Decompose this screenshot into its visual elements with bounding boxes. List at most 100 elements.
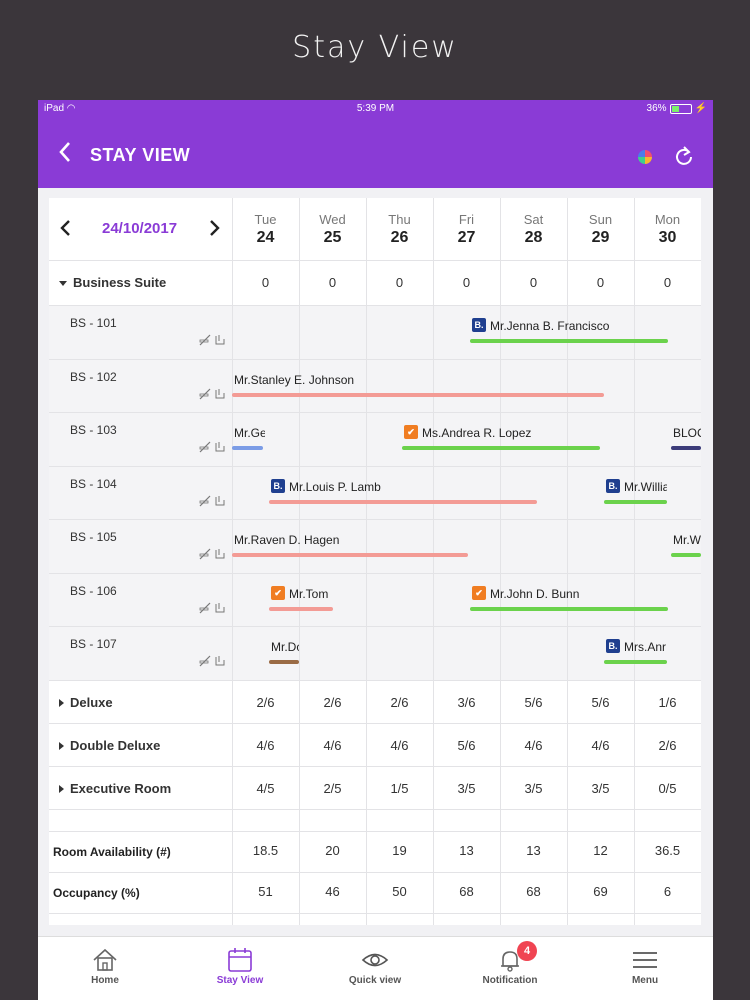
booking-guest-name[interactable]: BLOC <box>673 426 701 440</box>
no-smoking-icon <box>199 334 211 346</box>
column-divider <box>232 198 233 925</box>
summary-value: 68 <box>526 883 541 899</box>
room-number[interactable]: BS - 105 <box>70 530 117 544</box>
housekeeping-icons[interactable] <box>199 601 227 613</box>
summary-value: 51 <box>258 883 273 899</box>
day-name: Sun <box>588 212 613 227</box>
room-number[interactable]: BS - 106 <box>70 584 117 598</box>
housekeeping-icons[interactable] <box>199 547 227 560</box>
collapse-triangle-icon[interactable] <box>59 281 67 287</box>
day-number[interactable]: 30 <box>634 229 701 247</box>
day-number[interactable]: 28 <box>500 229 567 247</box>
day-number[interactable]: 25 <box>299 229 366 247</box>
expand-triangle-icon[interactable] <box>59 699 64 708</box>
room-number[interactable]: BS - 107 <box>70 637 117 651</box>
booking-guest-name[interactable]: Mrs.Anr <box>624 640 667 654</box>
booking-guest-name[interactable]: Mr.Jenna B. Francisco <box>490 319 668 333</box>
battery-icon <box>669 103 692 114</box>
booking-stay-bar[interactable] <box>269 606 333 611</box>
no-smoking-icon <box>199 655 211 667</box>
room-group-business-suite[interactable]: Business Suite <box>59 275 166 290</box>
back-arrow-icon[interactable] <box>56 140 76 164</box>
row-divider <box>49 808 701 810</box>
availability-count: 0 <box>663 275 672 290</box>
day-name: Sat <box>523 212 544 227</box>
booking-guest-name[interactable]: Mr.Tom <box>289 587 333 601</box>
row-divider <box>49 679 701 681</box>
room-row-background <box>49 626 701 680</box>
tab-notification[interactable]: Notification 4 <box>455 937 565 1000</box>
housekeeping-icons[interactable] <box>199 494 227 506</box>
summary-value: 12 <box>593 842 608 858</box>
expand-triangle-icon[interactable] <box>59 785 64 794</box>
cleaning-icon <box>215 602 225 612</box>
group-label: Business Suite <box>73 275 167 290</box>
room-group-row[interactable]: Deluxe <box>59 695 113 710</box>
room-type-availability: 3/5 <box>591 780 610 796</box>
room-number[interactable]: BS - 102 <box>70 370 117 384</box>
booking-stay-bar[interactable] <box>269 499 537 504</box>
room-group-row[interactable]: Executive Room <box>59 781 171 796</box>
booking-stay-bar[interactable] <box>671 446 701 450</box>
color-legend-icon[interactable] <box>638 150 652 164</box>
expand-triangle-icon[interactable] <box>59 742 64 751</box>
refresh-icon[interactable] <box>674 145 694 167</box>
booking-guest-name[interactable]: Mr.Raven D. Hagen <box>234 533 432 547</box>
housekeeping-icons[interactable] <box>199 333 227 346</box>
room-number[interactable]: BS - 104 <box>70 477 117 491</box>
booking-stay-bar[interactable] <box>470 606 668 611</box>
housekeeping-icons[interactable] <box>199 654 227 667</box>
cleaning-icon <box>215 388 225 398</box>
group-label: Double Deluxe <box>70 737 161 753</box>
availability-count: 0 <box>395 275 404 290</box>
booking-stay-bar[interactable] <box>232 392 604 397</box>
tab-quick-view[interactable]: Quick view <box>320 937 430 1000</box>
cleaning-icon <box>215 656 225 666</box>
booking-stay-bar[interactable] <box>604 660 667 664</box>
room-number[interactable]: BS - 103 <box>70 423 117 437</box>
row-divider <box>49 722 701 724</box>
booking-guest-name[interactable]: Mr.Wi <box>673 533 701 547</box>
booking-stay-bar[interactable] <box>671 553 701 557</box>
day-name: Thu <box>388 212 411 227</box>
booking-stay-bar[interactable] <box>604 499 667 504</box>
tab-menu[interactable]: Menu <box>590 937 700 1000</box>
booking-guest-name[interactable]: Mr.Ge <box>234 426 265 440</box>
day-number[interactable]: 24 <box>232 229 299 247</box>
booking-guest-name[interactable]: Mr.Dc <box>271 640 299 654</box>
status-bar: iPad ◠ 5:39 PM 36% ⚡ <box>38 100 713 118</box>
summary-value: 36.5 <box>654 842 681 858</box>
summary-value: 68 <box>459 883 474 899</box>
booking-stay-bar[interactable] <box>232 553 468 557</box>
prev-date-arrow-icon[interactable] <box>59 219 73 237</box>
booking-guest-name[interactable]: Mr.Stanley E. Johnson <box>234 373 432 387</box>
summary-value: 69 <box>593 883 608 899</box>
room-number[interactable]: BS - 101 <box>70 316 117 330</box>
date-picker-value[interactable]: 24/10/2017 <box>102 220 177 237</box>
day-name: Wed <box>319 212 346 227</box>
booking-guest-name[interactable]: Mr.Louis P. Lamb <box>289 480 429 494</box>
booking-stay-bar[interactable] <box>402 446 600 450</box>
booking-guest-name[interactable]: Mr.Willia <box>624 480 667 494</box>
tab-stay-view[interactable]: Stay View <box>185 937 295 1000</box>
booking-guest-name[interactable]: Ms.Andrea R. Lopez <box>422 426 592 440</box>
row-divider <box>49 260 701 261</box>
summary-value: 6 <box>663 883 672 899</box>
day-number[interactable]: 27 <box>433 229 500 247</box>
stay-view-grid: 24/10/2017 Tue 24 Wed 25 Thu 26 Fri 27 Sat 28 Sun 29… <box>49 198 701 925</box>
room-type-availability: 4/6 <box>390 737 409 753</box>
day-number[interactable]: 29 <box>567 229 634 247</box>
next-date-arrow-icon[interactable] <box>207 219 221 237</box>
day-number[interactable]: 26 <box>366 229 433 247</box>
booking-guest-name[interactable]: Mr.John D. Bunn <box>490 587 668 601</box>
housekeeping-icons[interactable] <box>199 387 227 399</box>
row-divider <box>49 830 701 832</box>
booking-stay-bar[interactable] <box>232 446 263 450</box>
booking-stay-bar[interactable] <box>269 660 299 664</box>
booking-stay-bar[interactable] <box>470 339 668 343</box>
tab-home[interactable]: Home <box>50 937 160 1000</box>
row-divider <box>49 465 701 467</box>
housekeeping-icons[interactable] <box>199 440 227 453</box>
room-group-row[interactable]: Double Deluxe <box>59 738 160 753</box>
room-type-availability: 3/6 <box>457 694 476 710</box>
